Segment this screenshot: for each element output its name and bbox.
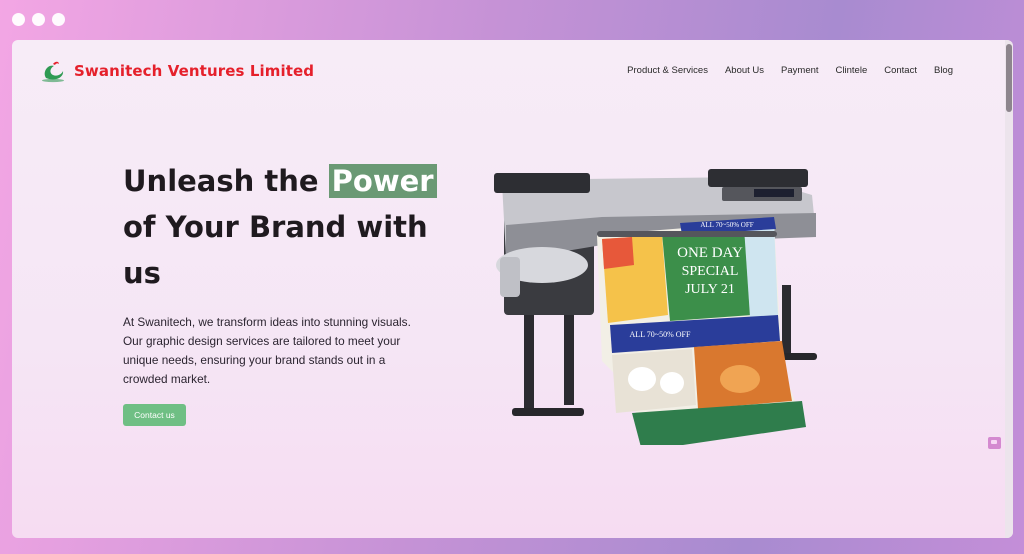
chat-icon[interactable] xyxy=(988,437,1001,449)
main-nav: Product & Services About Us Payment Clin… xyxy=(627,65,953,76)
window-dot-icon[interactable] xyxy=(12,13,25,26)
scrollbar-thumb[interactable] xyxy=(1006,44,1012,112)
hero-description: At Swanitech, we transform ideas into st… xyxy=(123,315,411,386)
poster-banner-top: ALL 70~50% OFF xyxy=(700,221,753,229)
nav-contact[interactable]: Contact xyxy=(884,65,917,76)
nav-clintele[interactable]: Clintele xyxy=(836,65,868,76)
nav-about-us[interactable]: About Us xyxy=(725,65,764,76)
hero-title-pre: Unleash the xyxy=(123,164,329,198)
swan-logo-icon xyxy=(42,61,64,83)
nav-product-services[interactable]: Product & Services xyxy=(627,65,708,76)
brand-logo[interactable]: Swanitech Ventures Limited xyxy=(40,58,314,84)
contact-us-button[interactable]: Contact us xyxy=(123,404,186,426)
nav-payment[interactable]: Payment xyxy=(781,65,819,76)
window-dot-icon[interactable] xyxy=(32,13,45,26)
poster-banner-bottom: ALL 70~50% OFF xyxy=(630,330,691,339)
nav-blog[interactable]: Blog xyxy=(934,65,953,76)
window-dot-icon[interactable] xyxy=(52,13,65,26)
brand-name: Swanitech Ventures Limited xyxy=(74,62,315,80)
hero-title: Unleash the Power of Your Brand with us xyxy=(123,158,443,296)
poster-line1: ONE DAY xyxy=(677,245,743,261)
window-controls xyxy=(12,13,65,26)
scrollbar[interactable] xyxy=(1005,40,1013,538)
browser-window: Swanitech Ventures Limited Product & Ser… xyxy=(12,40,1013,538)
hero-title-post: of Your Brand with us xyxy=(123,210,428,290)
printer-image: ALL 70~50% OFF ONE DAY SPECIAL JULY 21 A… xyxy=(482,165,842,451)
poster-line3: JULY 21 xyxy=(685,282,735,297)
hero-title-highlight: Power xyxy=(328,164,437,198)
poster-line2: SPECIAL xyxy=(682,264,739,279)
